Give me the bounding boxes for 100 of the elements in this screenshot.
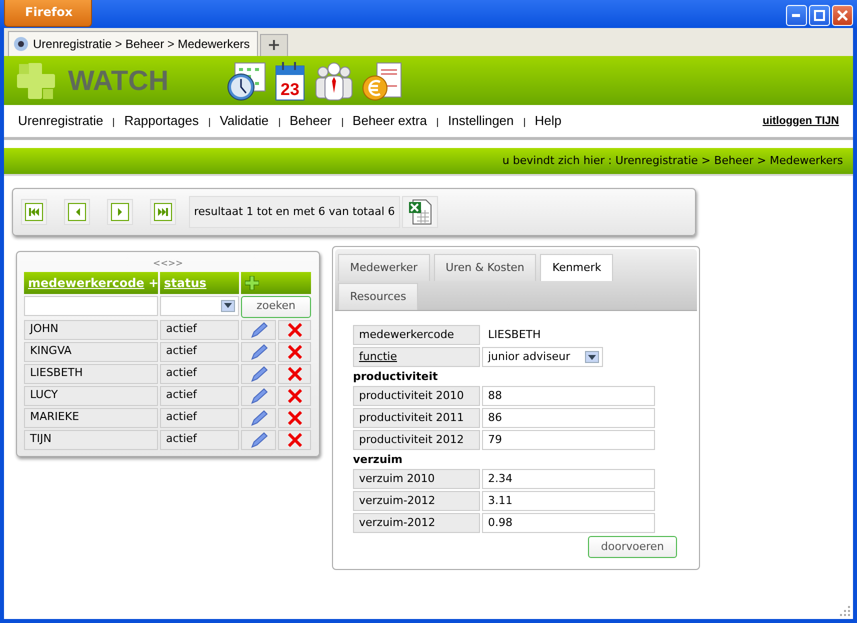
- delete-button[interactable]: [278, 386, 311, 406]
- table-cell: actief: [160, 408, 239, 428]
- tab[interactable]: Resources: [338, 283, 418, 310]
- delete-button[interactable]: [278, 408, 311, 428]
- table-cell: KINGVA: [24, 342, 158, 362]
- nav-link-item[interactable]: Validatie: [220, 111, 269, 131]
- clock-calendar-icon[interactable]: [224, 60, 267, 102]
- field-label: productiviteit 2010: [353, 386, 480, 406]
- tab[interactable]: Medewerker: [338, 254, 430, 281]
- nav-link-item[interactable]: Beheer extra: [352, 111, 427, 131]
- result-count: resultaat 1 tot en met 6 van totaal 6: [194, 204, 395, 220]
- field-label: productiviteit 2011: [353, 408, 480, 428]
- table-cell: JOHN: [24, 320, 158, 340]
- edit-button[interactable]: [241, 364, 276, 384]
- input-field[interactable]: 0.98: [482, 513, 655, 533]
- delete-icon: [288, 322, 302, 336]
- delete-icon: [288, 366, 302, 380]
- dropdown-arrow-icon: [588, 354, 596, 360]
- nav-link-item[interactable]: Instellingen: [448, 111, 514, 131]
- table-cell: actief: [160, 386, 239, 406]
- input-field[interactable]: 2.34: [482, 469, 655, 489]
- tab[interactable]: Uren & Kosten: [434, 254, 536, 281]
- delete-icon: [288, 344, 302, 358]
- pencil-icon: [250, 322, 268, 338]
- table-cell: actief: [160, 320, 239, 340]
- edit-button[interactable]: [241, 386, 276, 406]
- minimize-button[interactable]: [786, 5, 807, 26]
- edit-button[interactable]: [241, 408, 276, 428]
- next-icon: [118, 208, 122, 216]
- submit-button[interactable]: doorvoeren: [588, 536, 677, 558]
- function-select[interactable]: junior adviseur: [482, 347, 603, 367]
- browser-tab[interactable]: Urenregistratie > Beheer > Medewerkers: [8, 31, 258, 56]
- edit-button[interactable]: [241, 430, 276, 450]
- delete-icon: [288, 388, 302, 402]
- delete-button[interactable]: [278, 430, 311, 450]
- delete-button[interactable]: [278, 342, 311, 362]
- nav-link-item[interactable]: Rapportages: [124, 111, 199, 131]
- section-heading: productiviteit: [353, 369, 439, 385]
- previous-icon: [74, 208, 80, 216]
- excel-export-button[interactable]: [402, 196, 438, 228]
- delete-button[interactable]: [278, 364, 311, 384]
- code-filter-field[interactable]: [24, 296, 158, 316]
- table-cell: LIESBETH: [24, 364, 158, 384]
- table-cell: LUCY: [24, 386, 158, 406]
- field-label: medewerkercode: [353, 325, 480, 345]
- nav-link-item[interactable]: Help: [534, 111, 562, 131]
- pencil-icon: [250, 432, 268, 448]
- table-cell: actief: [160, 342, 239, 362]
- table-cell: actief: [160, 430, 239, 450]
- tab-title: Urenregistratie > Beheer > Medewerkers: [33, 36, 250, 53]
- spreadsheet-icon: [408, 199, 432, 225]
- search-button[interactable]: zoeken: [241, 296, 311, 318]
- table-cell: actief: [160, 364, 239, 384]
- nav-link-item[interactable]: Urenregistratie: [18, 111, 104, 131]
- last-page-button[interactable]: [150, 199, 176, 225]
- last-page-icon: [158, 208, 168, 216]
- table-cell: TIJN: [24, 430, 158, 450]
- dropdown-arrow-icon: [224, 303, 232, 308]
- first-page-button[interactable]: [21, 199, 47, 225]
- field-value: LIESBETH: [487, 326, 541, 343]
- maximize-button[interactable]: [809, 5, 830, 26]
- input-field[interactable]: 88: [482, 386, 655, 406]
- logo-icon: [14, 60, 58, 100]
- pencil-icon: [250, 344, 268, 360]
- app-logo: WATCH: [68, 64, 169, 98]
- input-field[interactable]: 79: [482, 430, 655, 450]
- minimize-icon: [792, 14, 801, 17]
- favicon-icon: [13, 36, 29, 52]
- maximize-icon: [814, 10, 825, 21]
- column-scroller[interactable]: <<>>: [152, 259, 184, 269]
- pencil-icon: [250, 366, 268, 382]
- field-label: verzuim 2010: [353, 469, 480, 489]
- edit-button[interactable]: [241, 342, 276, 362]
- pencil-icon: [250, 388, 268, 404]
- new-tab-button[interactable]: +: [260, 34, 288, 56]
- close-button[interactable]: [832, 5, 853, 26]
- tab[interactable]: Kenmerk: [540, 254, 614, 281]
- nav-link-item[interactable]: Beheer: [290, 111, 332, 131]
- breadcrumb: u bevindt zich hier : Urenregistratie > Beheer > Medewerkers: [502, 152, 843, 169]
- section-heading: verzuim: [353, 452, 404, 468]
- delete-button[interactable]: [278, 320, 311, 340]
- field-label: verzuim-2012: [353, 513, 480, 533]
- delete-icon: [288, 432, 302, 446]
- field-label: productiviteit 2012: [353, 430, 480, 450]
- input-field[interactable]: 86: [482, 408, 655, 428]
- pencil-icon: [250, 410, 268, 426]
- table-cell: MARIEKE: [24, 408, 158, 428]
- close-icon: [837, 10, 848, 21]
- resize-grip-icon[interactable]: [839, 605, 851, 617]
- first-page-icon: [29, 208, 39, 216]
- field-label: verzuim-2012: [353, 491, 480, 511]
- people-icon[interactable]: [312, 60, 355, 102]
- next-page-button[interactable]: [107, 199, 133, 225]
- previous-page-button[interactable]: [64, 199, 90, 225]
- edit-button[interactable]: [241, 320, 276, 340]
- logout-link[interactable]: uitloggen TIJN: [762, 112, 839, 130]
- delete-icon: [288, 410, 302, 424]
- input-field[interactable]: 3.11: [482, 491, 655, 511]
- status-filter-select[interactable]: [160, 296, 239, 316]
- add-icon[interactable]: [245, 276, 259, 290]
